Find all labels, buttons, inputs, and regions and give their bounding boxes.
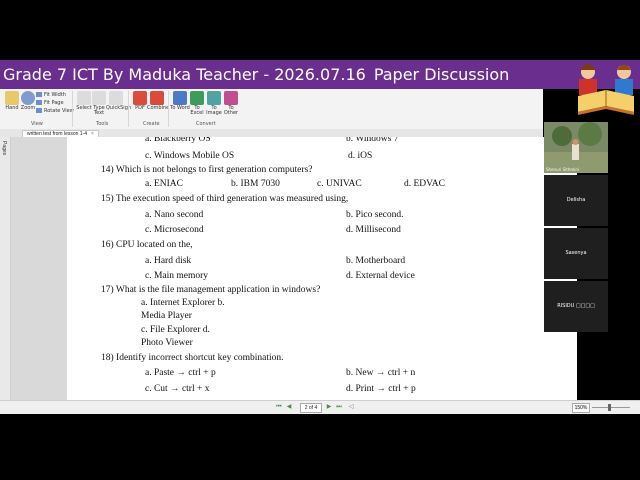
answer-option: c. Cut → ctrl + x (145, 384, 210, 394)
previous-page-icon[interactable]: ◀ (286, 404, 292, 410)
participant-name: RISIDU □□□□ (557, 303, 595, 309)
to-other-button[interactable]: To Other (221, 91, 241, 116)
quicksign-label: QuickSign (106, 105, 132, 111)
participant-tile[interactable]: RISIDU □□□□ (544, 281, 608, 332)
fit-width-label: Fit Width (44, 92, 66, 98)
participant-video (544, 122, 608, 173)
answer-option: d. iOS (348, 151, 373, 161)
participant-tile[interactable]: Shenuri Sithmini (544, 122, 608, 173)
quicksign-button[interactable]: QuickSign (106, 91, 132, 111)
excel-icon (190, 91, 204, 105)
rotate-view-label: Rotate View (44, 108, 74, 114)
fit-page-icon (36, 100, 42, 105)
answer-option: a. Blackberry OS (145, 137, 211, 144)
page-number-field[interactable]: 2 of 4 (300, 403, 322, 413)
participant-tile[interactable]: Sasenya (544, 228, 608, 279)
answer-option: a. Internet Explorer b. (141, 298, 225, 308)
answer-option: a. Hard disk (145, 256, 192, 266)
zoom-icon (21, 91, 35, 105)
ribbon-separator (168, 91, 169, 127)
word-icon (173, 91, 187, 105)
answer-option: Photo Viewer (141, 338, 193, 348)
back-view-icon[interactable]: ◁ (348, 404, 354, 410)
answer-option: a. Paste → ctrl + p (145, 368, 216, 378)
participant-name: Sasenya (565, 250, 587, 256)
fit-width-button[interactable]: Fit Width (36, 92, 66, 98)
answer-option: d. Print → ctrl + p (346, 384, 416, 394)
question-text: 17) What is the file management applicat… (101, 285, 321, 295)
fit-page-button[interactable]: Fit Page (36, 100, 64, 106)
combine-button[interactable]: Combine (147, 91, 170, 111)
answer-option: d. Millisecond (346, 225, 401, 235)
meeting-banner: Grade 7 ICT By Maduka Teacher - 2026.07.… (0, 60, 640, 89)
ribbon-separator (72, 91, 73, 127)
zoom-slider-track[interactable] (592, 407, 630, 408)
answer-option: d. EDVAC (404, 179, 445, 189)
banner-title-text: Grade 7 ICT By Maduka Teacher - 2026.07.… (3, 65, 366, 84)
to-other-label: To Other (223, 105, 239, 116)
last-page-icon[interactable]: ⏭ (336, 404, 342, 410)
answer-option: c. Main memory (145, 271, 209, 281)
answer-option: d. External device (346, 271, 415, 281)
answer-option: c. UNIVAC (317, 179, 362, 189)
answer-option: b. IBM 7030 (231, 179, 280, 189)
zoom-level-field[interactable]: 150% (572, 403, 590, 413)
pages-panel-toggle[interactable]: Pages (0, 137, 11, 400)
zoom-tool-button[interactable]: Zoom (18, 91, 38, 111)
question-text: 15) The execution speed of third generat… (101, 194, 349, 204)
pdf-page: a. Blackberry OS b. Windows 7 c. Windows M… (67, 137, 577, 400)
answer-option: a. ENIAC (145, 179, 183, 189)
hand-icon (5, 91, 19, 105)
zoom-label: Zoom (20, 105, 36, 111)
other-icon (224, 91, 238, 105)
answer-option: b. Windows 7 (346, 137, 399, 144)
type-text-icon (92, 91, 106, 105)
answer-option: b. New → ctrl + n (346, 368, 416, 378)
answer-option: c. Windows Mobile OS (145, 151, 235, 161)
answer-option: c. File Explorer d. (141, 325, 210, 335)
fit-page-label: Fit Page (44, 100, 64, 106)
pen-icon (109, 91, 123, 105)
group-label-view: View (31, 121, 43, 127)
rotate-view-button[interactable]: Rotate View (36, 108, 74, 114)
participant-tile[interactable]: Delisha (544, 175, 608, 226)
group-label-tools: Tools (96, 121, 109, 127)
kids-reading-logo (578, 64, 634, 115)
participant-name: Delisha (566, 197, 586, 203)
pages-label: Pages (1, 141, 7, 156)
status-bar: ⏮ ◀ 2 of 4 ▶ ⏭ ◁ 150% (0, 400, 640, 414)
answer-option: b. Pico second. (346, 210, 404, 220)
group-label-convert: Convert (196, 121, 216, 127)
question-text: 16) CPU located on the, (101, 240, 193, 250)
participant-name: Shenuri Sithmini (546, 167, 580, 172)
group-label-create: Create (143, 121, 160, 127)
answer-option: a. Nano second (145, 210, 204, 220)
rotate-icon (36, 108, 42, 113)
first-page-icon[interactable]: ⏮ (276, 404, 282, 410)
answer-option: c. Microsecond (145, 225, 204, 235)
banner-title: Grade 7 ICT By Maduka Teacher - 2026.07.… (3, 65, 509, 84)
next-page-icon[interactable]: ▶ (326, 404, 332, 410)
ribbon-separator (128, 91, 129, 127)
question-text: 14) Which is not belongs to first genera… (101, 165, 313, 175)
answer-option: b. Motherboard (346, 256, 406, 266)
banner-subtitle: Paper Discussion (373, 65, 510, 84)
image-icon (207, 91, 221, 105)
zoom-slider-handle[interactable] (608, 404, 611, 411)
document-workspace[interactable]: a. Blackberry OS b. Windows 7 c. Windows M… (11, 137, 577, 400)
combine-label: Combine (147, 105, 170, 111)
pdf-icon (133, 91, 147, 105)
fit-width-icon (36, 92, 42, 97)
answer-option: Media Player (141, 311, 192, 321)
combine-icon (150, 91, 164, 105)
question-text: 18) Identify incorrect shortcut key comb… (101, 353, 284, 363)
pdf-ribbon-toolbar: Hand Zoom Fit Width Fit Page Rotate View… (0, 89, 543, 130)
